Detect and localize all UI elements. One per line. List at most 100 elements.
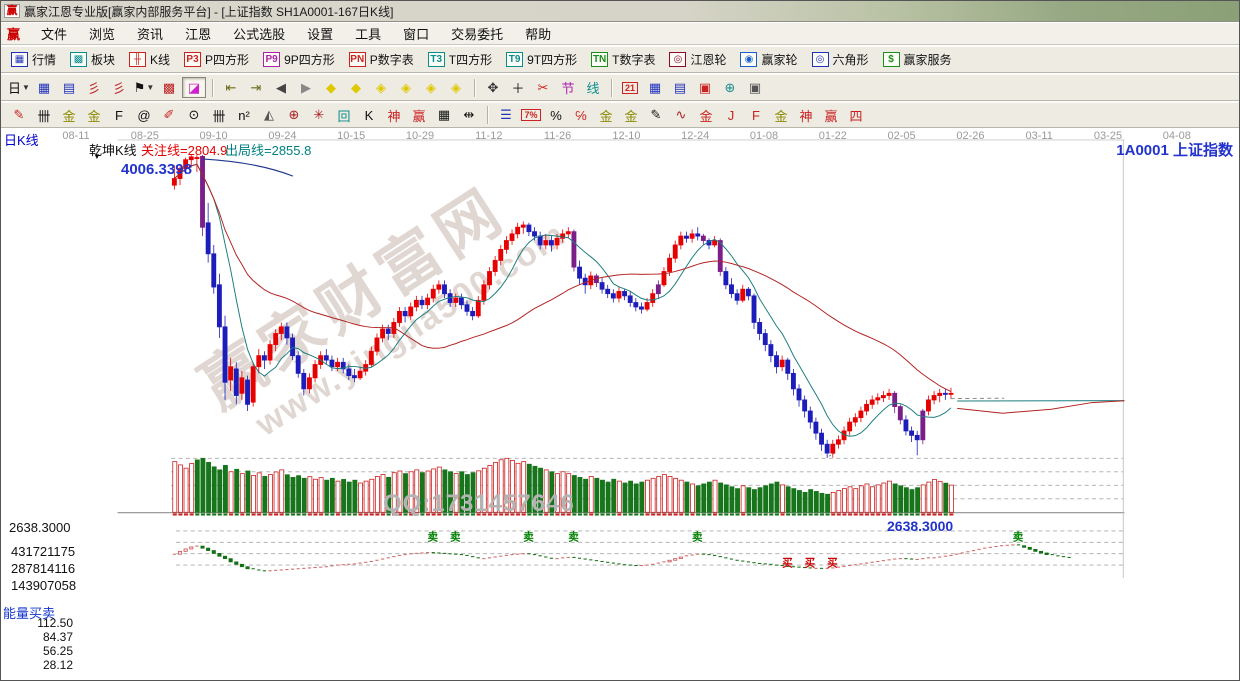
toolbar-button-sectors[interactable]: ▩板块 xyxy=(66,49,119,70)
gold-angle-icon[interactable]: 金 xyxy=(694,105,718,126)
page-left-icon[interactable]: ◀ xyxy=(269,77,293,98)
jump-first-icon[interactable]: ⇤ xyxy=(219,77,243,98)
menu-item-帮助[interactable]: 帮助 xyxy=(514,25,562,44)
info-panel-icon[interactable]: ▤ xyxy=(57,77,81,98)
square-target-icon[interactable]: 回 xyxy=(332,105,356,126)
toolbar-button-p-number-table[interactable]: PNP数字表 xyxy=(345,49,418,70)
percent-7-icon[interactable]: 7% xyxy=(519,105,543,126)
j-angle-icon[interactable]: J xyxy=(719,105,743,126)
toolbar-button-winner-service[interactable]: $赢家服务 xyxy=(879,49,956,70)
menu-item-文件[interactable]: 文件 xyxy=(30,25,78,44)
menu-item-公式选股[interactable]: 公式选股 xyxy=(222,25,296,44)
toolbar-button-p-square[interactable]: P3P四方形 xyxy=(180,49,253,70)
calculator-icon[interactable]: ▦ xyxy=(643,77,667,98)
9p-square-icon: P9 xyxy=(263,52,280,67)
fibonacci-lines-icon[interactable]: F xyxy=(107,105,131,126)
page-right-icon[interactable]: ▶ xyxy=(294,77,318,98)
brush-icon[interactable]: ✎ xyxy=(644,105,668,126)
gold-circle-glyph: 金 xyxy=(599,106,612,125)
grid-123-icon[interactable]: ▦ xyxy=(432,105,456,126)
toolbar-button-9t-square[interactable]: T99T四方形 xyxy=(502,49,581,70)
gold-lines-icon[interactable]: 金 xyxy=(619,105,643,126)
gold-circle-icon[interactable]: 金 xyxy=(594,105,618,126)
toolbar-button-kline[interactable]: ╫K线 xyxy=(125,49,174,70)
f-angle-icon[interactable]: F xyxy=(744,105,768,126)
gann-ruler-icon[interactable]: 卌 xyxy=(32,105,56,126)
menu-item-浏览[interactable]: 浏览 xyxy=(78,25,126,44)
replay-icon[interactable]: ▩ xyxy=(157,77,181,98)
toolbar-button-hexagon[interactable]: ◎六角形 xyxy=(808,49,873,70)
save-disk-icon[interactable]: ▣ xyxy=(693,77,717,98)
angle-tool-icon[interactable]: ◭ xyxy=(257,105,281,126)
date-tick-11-26: 11-26 xyxy=(544,130,571,142)
pen-knife-icon[interactable]: ✎ xyxy=(7,105,31,126)
kline-9-icon[interactable]: 彡 xyxy=(107,77,131,98)
angle-tool-glyph: ◭ xyxy=(264,107,274,123)
spiral-calendar-icon[interactable]: @ xyxy=(132,105,156,126)
toolbar-button-winner-wheel[interactable]: ◉赢家轮 xyxy=(736,49,801,70)
wave-tool-icon[interactable]: ∿ xyxy=(669,105,693,126)
tick-ruler-icon[interactable]: 卌 xyxy=(207,105,231,126)
node-tool-icon[interactable]: 节 xyxy=(556,77,580,98)
gann-diamond-in-icon[interactable]: ◈ xyxy=(394,77,418,98)
gann-star-icon[interactable]: ✳ xyxy=(307,105,331,126)
menu-item-工具[interactable]: 工具 xyxy=(344,25,392,44)
chart-area[interactable]: 赢家财富网www.yingjia500.com卖卖卖卖卖卖买买买 08-1108… xyxy=(1,129,1240,681)
shen-lines-icon[interactable]: 神 xyxy=(382,105,406,126)
price-list-icon[interactable]: ☰ xyxy=(494,105,518,126)
n-square-icon[interactable]: n² xyxy=(232,105,256,126)
notes-icon[interactable]: ▤ xyxy=(668,77,692,98)
percent-lines-icon[interactable]: ℅ xyxy=(569,105,593,126)
gold-ratio-lines-1-icon[interactable]: 金 xyxy=(57,105,81,126)
gold-ratio-lines-2-icon[interactable]: 金 xyxy=(82,105,106,126)
period-day-dropdown-icon[interactable]: 日▼ xyxy=(7,77,31,98)
color-histogram-icon[interactable]: ◪ xyxy=(182,77,206,98)
gann-diamond-star-icon[interactable]: ◈ xyxy=(419,77,443,98)
gold-slash-icon[interactable]: 金 xyxy=(769,105,793,126)
indicator-scale-4: 28.12 xyxy=(15,658,73,672)
jump-last-icon[interactable]: ⇥ xyxy=(244,77,268,98)
toolbar-button-gann-wheel[interactable]: ◎江恩轮 xyxy=(665,49,730,70)
toolbar-button-t-square[interactable]: T3T四方形 xyxy=(424,49,496,70)
ying-lines-icon[interactable]: 赢 xyxy=(407,105,431,126)
gann-diamond-wide-icon[interactable]: ◈ xyxy=(369,77,393,98)
time-circle-glyph: ⊙ xyxy=(189,107,200,123)
percent-icon[interactable]: % xyxy=(544,105,568,126)
crosshair-icon[interactable]: ＋ xyxy=(506,77,530,98)
sell-marker: 卖 xyxy=(568,531,579,544)
toolbar-button-9p-square[interactable]: P99P四方形 xyxy=(259,49,339,70)
menu-item-交易委托[interactable]: 交易委托 xyxy=(440,25,514,44)
hand-drag-icon[interactable]: ✥ xyxy=(481,77,505,98)
ying-slash-icon[interactable]: 赢 xyxy=(819,105,843,126)
calendar-21-icon[interactable]: 21 xyxy=(618,77,642,98)
remote-pc-icon[interactable]: ▣ xyxy=(743,77,767,98)
menu-item-窗口[interactable]: 窗口 xyxy=(392,25,440,44)
menu-item-江恩[interactable]: 江恩 xyxy=(174,25,222,44)
gann-diamond-left-icon[interactable]: ◆ xyxy=(319,77,343,98)
menu-item-资讯[interactable]: 资讯 xyxy=(126,25,174,44)
kline-3-icon[interactable]: 彡 xyxy=(82,77,106,98)
cut-tool-glyph: ✂ xyxy=(538,80,549,96)
line-tool-icon[interactable]: 线 xyxy=(581,77,605,98)
toolbar-button-quotes[interactable]: ▦行情 xyxy=(7,49,60,70)
gann-diamond-right-icon[interactable]: ◆ xyxy=(344,77,368,98)
flag-dropdown-icon[interactable]: ⚑▼ xyxy=(132,77,156,98)
time-circle-icon[interactable]: ⊙ xyxy=(182,105,206,126)
toolbar-button-t-number-table[interactable]: TNT数字表 xyxy=(587,49,659,70)
span-arrows-icon[interactable]: ⇹ xyxy=(457,105,481,126)
gann-diamond-right-glyph: ◆ xyxy=(351,80,361,96)
gann-diamond-cross-icon[interactable]: ◈ xyxy=(444,77,468,98)
shen-slash-icon[interactable]: 神 xyxy=(794,105,818,126)
gann-circle-icon[interactable]: ⊕ xyxy=(282,105,306,126)
cut-tool-icon[interactable]: ✂ xyxy=(531,77,555,98)
n-square-glyph: n² xyxy=(238,108,250,123)
stock-code-label: 1A0001 上证指数 xyxy=(1116,139,1233,160)
p-number-table-icon: PN xyxy=(349,52,366,67)
menu-item-设置[interactable]: 设置 xyxy=(296,25,344,44)
kline-mark-icon[interactable]: K xyxy=(357,105,381,126)
send-web-icon[interactable]: ⊕ xyxy=(718,77,742,98)
four-slash-icon[interactable]: 四 xyxy=(844,105,868,126)
window-style-icon[interactable]: ▦ xyxy=(32,77,56,98)
pen-mark-icon[interactable]: ✐ xyxy=(157,105,181,126)
title-bar[interactable]: 赢 赢家江恩专业版[赢家内部服务平台] - [上证指数 SH1A0001-167… xyxy=(1,1,1240,22)
